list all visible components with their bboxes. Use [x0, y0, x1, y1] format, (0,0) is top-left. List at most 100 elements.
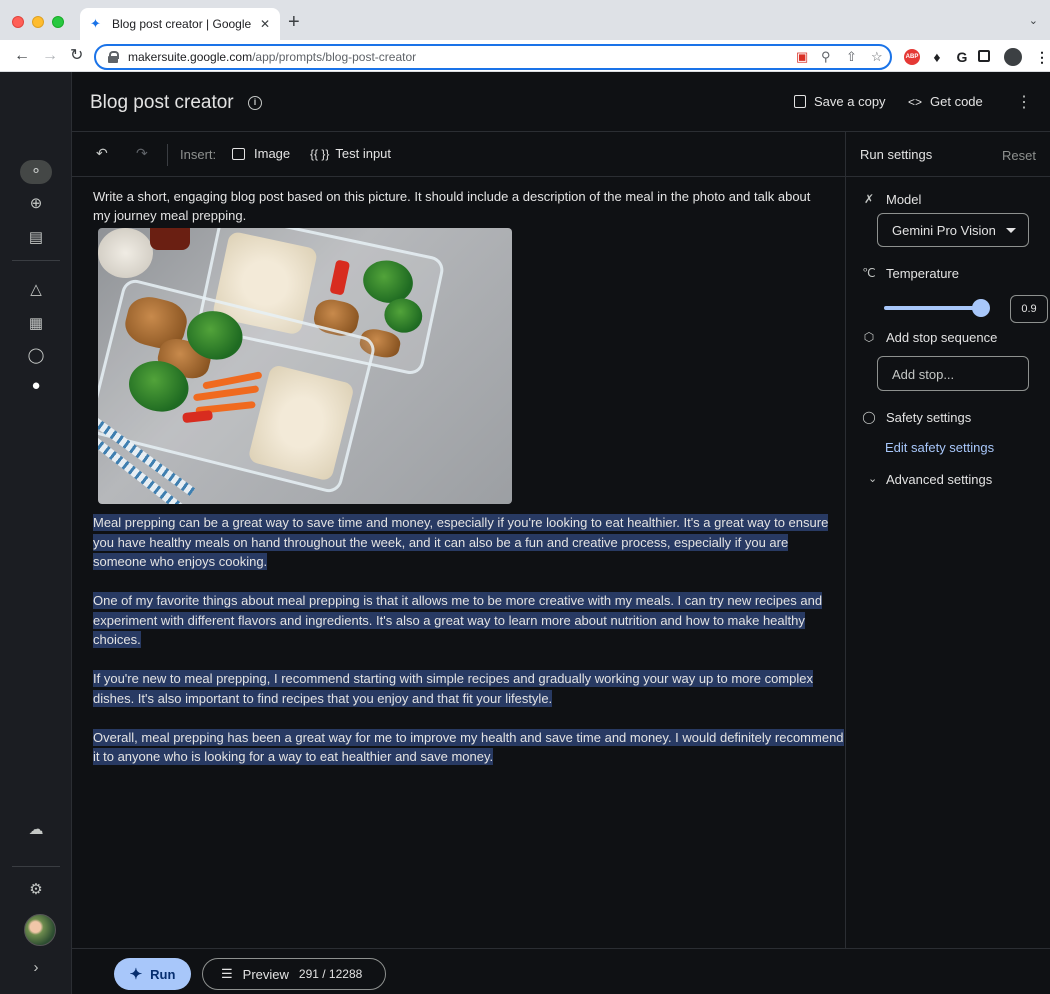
share-icon[interactable]: ⇧ [846, 49, 857, 65]
model-select[interactable]: Gemini Pro Vision [877, 213, 1029, 247]
run-label: Run [150, 966, 176, 982]
sparkle-icon: ✦ [129, 966, 143, 983]
browser-toolbar: ← → ↻ makersuite.google.com /app/prompts… [0, 40, 1050, 72]
editor-footer: ✦ Run ☰ Preview 291 / 12288 [72, 948, 1050, 994]
url-path: /app/prompts/blog-post-creator [252, 50, 417, 64]
model-select-value: Gemini Pro Vision [892, 223, 996, 238]
school-icon[interactable]: △ [24, 278, 48, 302]
favicon-butterfly-icon: ✦ [90, 16, 101, 31]
image-icon [232, 147, 245, 160]
output-paragraph: Overall, meal prepping has been a great … [93, 728, 845, 767]
temperature-slider-track[interactable] [884, 306, 982, 310]
preview-button[interactable]: ☰ Preview 291 / 12288 [202, 958, 386, 990]
tab-strip: ✦ Blog post creator | Google AI S ✕ + ⌄ [0, 0, 1050, 40]
temperature-label: Temperature [886, 266, 959, 281]
code-icon: <> [908, 94, 923, 109]
get-code-button[interactable]: <> Get code [908, 94, 983, 109]
run-settings-title: Run settings [860, 147, 933, 162]
output-paragraph-text: Overall, meal prepping has been a great … [93, 728, 844, 765]
extensions-puzzle-icon[interactable]: ♦ [929, 49, 945, 65]
model-icon: ✗ [863, 192, 875, 206]
stop-sequence-label: Add stop sequence [886, 330, 998, 345]
lightbulb-icon[interactable]: ◯ [24, 344, 48, 368]
run-button[interactable]: ✦ Run [114, 958, 191, 990]
test-input-button[interactable]: {{ }} Test input [310, 146, 391, 161]
rail-divider [12, 866, 60, 867]
cloud-icon[interactable]: ☁ [24, 818, 48, 842]
tab-search-chevron-icon[interactable]: ⌄ [1029, 14, 1038, 27]
prompt-text[interactable]: Write a short, engaging blog post based … [93, 187, 823, 225]
cast-icon[interactable]: ▣ [796, 49, 808, 65]
forward-arrow-icon[interactable]: → [42, 46, 58, 66]
reload-icon[interactable]: ↻ [70, 46, 83, 66]
stop-sequence-input[interactable]: Add stop... [877, 356, 1029, 391]
reset-button[interactable]: Reset [1002, 148, 1036, 163]
pepper [182, 410, 214, 424]
chevron-down-icon[interactable]: ⌄ [868, 472, 877, 485]
shield-icon: ◯ [862, 410, 876, 424]
user-avatar[interactable] [24, 914, 56, 946]
save-copy-button[interactable]: Save a copy [794, 94, 886, 109]
docs-search-icon[interactable]: ▦ [24, 312, 48, 336]
token-count: 291 / 12288 [298, 967, 363, 981]
settings-gear-icon[interactable]: ⚙ [24, 878, 48, 902]
temperature-slider-thumb[interactable] [972, 299, 991, 317]
editor-toolbar: ↶ ↷ Insert: Image {{ }} Test input [72, 132, 845, 177]
preview-label: Preview [242, 966, 289, 982]
left-nav-rail: ⚬ ⊕ ▤ △ ▦ ◯ ● ☁ ⚙ › [0, 72, 72, 994]
output-paragraph-text: If you're new to meal prepping, I recomm… [93, 670, 813, 707]
address-bar[interactable]: makersuite.google.com /app/prompts/blog-… [94, 44, 892, 70]
rail-divider [12, 260, 60, 261]
get-code-label: Get code [930, 94, 983, 109]
tab-close-icon[interactable]: ✕ [260, 17, 270, 31]
lock-icon[interactable] [108, 51, 119, 63]
toolbar-divider [167, 144, 168, 166]
add-circle-icon[interactable]: ⊕ [24, 192, 48, 216]
sauce-jar [150, 228, 190, 250]
insert-label: Insert: [180, 147, 217, 162]
output-paragraph: If you're new to meal prepping, I recomm… [93, 669, 845, 708]
redo-icon[interactable]: ↷ [136, 145, 148, 162]
more-vert-icon[interactable]: ⋮ [1034, 49, 1050, 65]
page-title[interactable]: Blog post creator [90, 92, 234, 114]
more-vert-icon[interactable]: ⋮ [1016, 92, 1032, 112]
browser-tab-active[interactable]: ✦ Blog post creator | Google AI S ✕ [80, 8, 280, 40]
google-icon[interactable]: G [954, 49, 970, 65]
test-input-label: Test input [335, 146, 392, 161]
new-tab-button[interactable]: + [288, 12, 300, 32]
api-key-icon[interactable]: ⚬ [20, 160, 52, 184]
output-paragraph-text: Meal prepping can be a great way to save… [93, 514, 829, 570]
browser-chrome: ✦ Blog post creator | Google AI S ✕ + ⌄ … [0, 0, 1050, 72]
profile-avatar-icon[interactable] [1004, 48, 1022, 66]
edit-safety-settings-link[interactable]: Edit safety settings [885, 440, 994, 455]
zoom-icon[interactable]: ⚲ [821, 49, 831, 65]
window-close-button[interactable] [12, 16, 24, 28]
pepper [329, 259, 351, 296]
window-minimize-button[interactable] [32, 16, 44, 28]
window-zoom-button[interactable] [52, 16, 64, 28]
meal-prep-photo[interactable] [98, 228, 512, 504]
model-output[interactable]: Meal prepping can be a great way to save… [93, 513, 845, 786]
save-copy-label: Save a copy [814, 94, 886, 109]
discord-icon[interactable]: ● [24, 374, 48, 398]
back-arrow-icon[interactable]: ← [14, 46, 30, 66]
caret-down-icon [1006, 228, 1016, 233]
app-root: ⚬ ⊕ ▤ △ ▦ ◯ ● ☁ ⚙ › Blog post creator i … [0, 72, 1050, 994]
run-settings-header: Run settings Reset [846, 132, 1050, 177]
temperature-value-input[interactable]: 0.9 [1010, 295, 1048, 323]
library-icon[interactable]: ▤ [24, 226, 48, 250]
adblock-icon[interactable]: ABP [904, 49, 920, 65]
expand-chevron-icon[interactable]: › [24, 956, 48, 980]
info-icon[interactable]: i [248, 96, 262, 110]
page-header: Blog post creator i Save a copy <> Get c… [72, 72, 1050, 132]
advanced-settings-toggle[interactable]: Advanced settings [886, 472, 992, 487]
output-paragraph: Meal prepping can be a great way to save… [93, 513, 845, 572]
side-panel-icon[interactable] [978, 50, 990, 62]
safety-settings-label: Safety settings [886, 410, 972, 425]
undo-icon[interactable]: ↶ [96, 145, 108, 162]
output-paragraph-text: One of my favorite things about meal pre… [93, 592, 823, 648]
prompt-editor[interactable]: Write a short, engaging blog post based … [72, 177, 845, 947]
bookmark-star-icon[interactable]: ☆ [871, 49, 883, 65]
run-settings-panel: Run settings Reset ✗ Model Gemini Pro Vi… [845, 132, 1050, 948]
insert-image-button[interactable]: Image [232, 146, 290, 161]
